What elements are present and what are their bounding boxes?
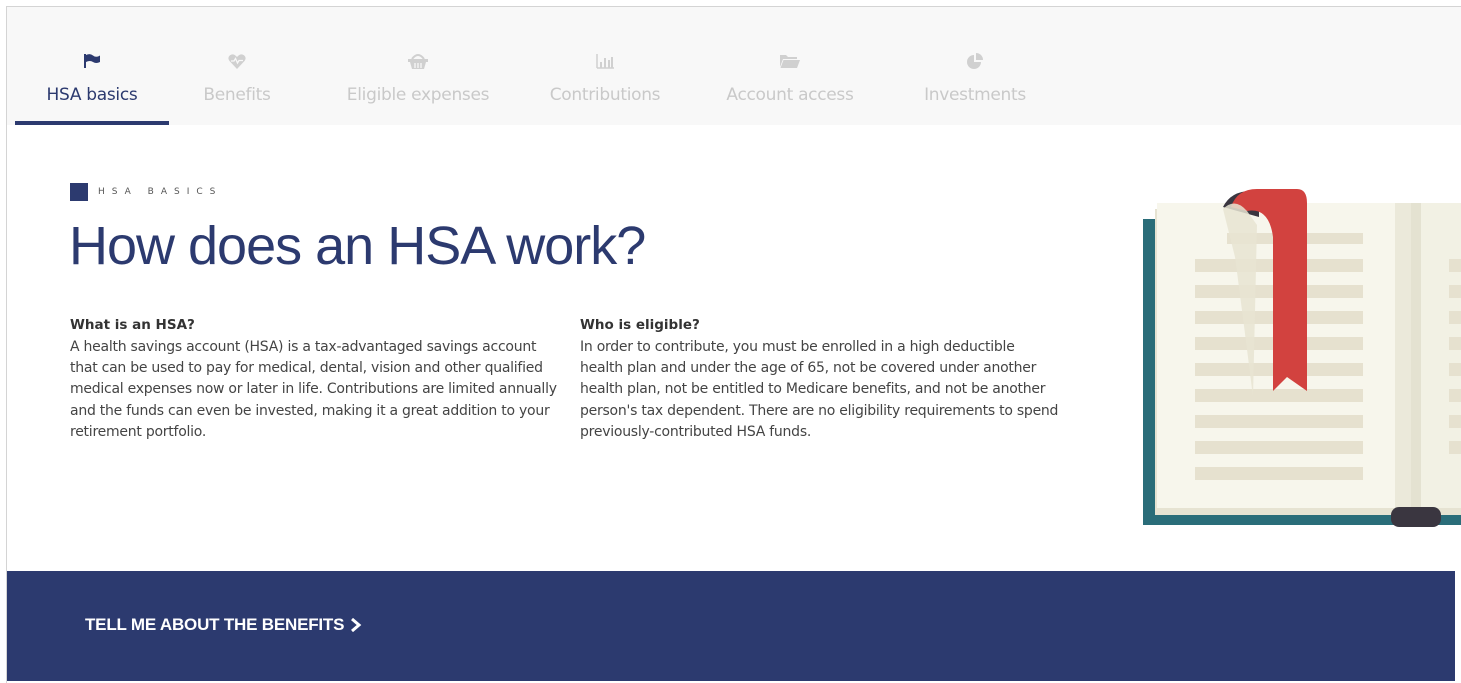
tab-bar: HSA basics Benefits Eligible expenses Co… [7,7,1461,125]
column-body: In order to contribute, you must be enro… [580,339,1059,440]
bar-chart-icon [596,51,614,71]
open-book-illustration [1135,177,1461,543]
tab-label: Benefits [203,85,271,105]
flag-icon [83,51,101,71]
column-heading: Who is eligible? [580,317,700,333]
tab-label: HSA basics [46,85,138,105]
tab-label: Account access [726,85,854,105]
tab-label: Eligible expenses [346,85,490,105]
what-is-hsa-column: What is an HSA? A health savings account… [70,317,560,443]
cta-label: TELL ME ABOUT THE BENEFITS [85,615,345,634]
tab-label: Contributions [549,85,661,105]
eyebrow-text: HSA BASICS [98,187,223,197]
tab-benefits[interactable]: Benefits [187,7,287,125]
tab-indicator [537,121,673,125]
benefits-cta-link[interactable]: TELL ME ABOUT THE BENEFITS [85,615,362,635]
tab-indicator [325,121,511,125]
tab-account-access[interactable]: Account access [715,7,865,125]
next-section-banner: TELL ME ABOUT THE BENEFITS [7,571,1455,681]
page-title: How does an HSA work? [69,216,646,276]
tab-hsa-basics[interactable]: HSA basics [15,7,169,125]
folder-icon [780,51,800,71]
tab-indicator [187,121,287,125]
tab-eligible-expenses[interactable]: Eligible expenses [325,7,511,125]
basket-icon [408,51,428,71]
tab-contributions[interactable]: Contributions [537,7,673,125]
chevron-right-icon [350,618,362,632]
pie-chart-icon [967,51,983,71]
column-body: A health savings account (HSA) is a tax-… [70,339,557,440]
who-is-eligible-column: Who is eligible? In order to contribute,… [580,317,1060,443]
section-eyebrow: HSA BASICS [70,183,222,201]
column-heading: What is an HSA? [70,317,195,333]
tab-investments[interactable]: Investments [911,7,1039,125]
tab-label: Investments [924,85,1026,105]
heart-icon [228,51,246,71]
eyebrow-square [70,183,88,201]
tab-indicator [911,121,1039,125]
active-tab-indicator [15,121,169,125]
tab-indicator [715,121,865,125]
